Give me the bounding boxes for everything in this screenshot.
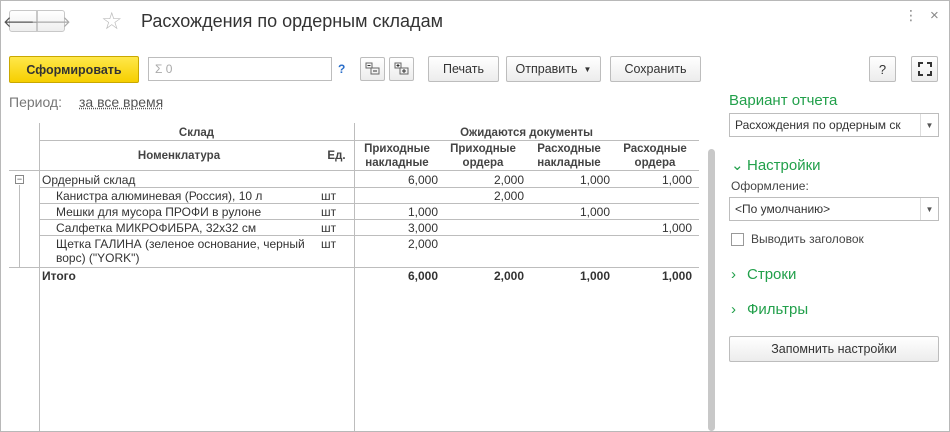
total-value: 1,000	[579, 269, 610, 283]
show-header-label: Выводить заголовок	[751, 232, 864, 246]
grid-line	[39, 187, 699, 188]
grid-line	[9, 267, 699, 268]
row-item-name: Салфетка МИКРОФИБРА, 32х32 см	[56, 221, 257, 235]
print-button[interactable]: Печать	[428, 56, 499, 82]
expand-groups-button[interactable]	[389, 57, 414, 81]
chevron-down-icon: ▼	[583, 64, 592, 74]
group-value: 1,000	[579, 173, 610, 187]
total-value: 1,000	[661, 269, 692, 283]
header-warehouse: Склад	[178, 127, 215, 139]
grid-line	[39, 235, 699, 236]
design-select-value: <По умолчанию>	[735, 202, 831, 216]
row-item-value: 2,000	[407, 237, 438, 251]
chevron-down-icon: ⌄	[731, 157, 744, 174]
save-settings-button[interactable]: Запомнить настройки	[729, 336, 939, 362]
sum-field[interactable]: Σ 0	[148, 57, 332, 81]
group-name: Ордерный склад	[42, 173, 136, 187]
chevron-down-icon[interactable]: ▼	[920, 198, 938, 220]
collapse-groups-button[interactable]	[360, 57, 385, 81]
close-icon[interactable]: ×	[930, 7, 939, 24]
vertical-scrollbar[interactable]	[708, 149, 715, 431]
row-item-value: 1,000	[407, 205, 438, 219]
fullscreen-icon	[917, 62, 932, 76]
arrow-right-icon: 🡒	[30, 13, 72, 31]
filters-title: Фильтры	[747, 301, 809, 318]
send-button[interactable]: Отправить ▼	[506, 56, 601, 82]
header-col-4: Расходные ордера	[623, 143, 687, 169]
report-window: 🡐 🡒 ☆ Расхождения по ордерным складам ⋮ …	[0, 0, 950, 432]
rows-section[interactable]: › Строки	[731, 266, 796, 283]
row-item-unit: шт	[321, 237, 337, 251]
total-label: Итого	[42, 269, 76, 283]
row-item-unit: шт	[321, 205, 337, 219]
total-value: 2,000	[493, 269, 524, 283]
period-link[interactable]: за все время	[79, 94, 163, 110]
row-item-value: 3,000	[407, 221, 438, 235]
row-item-name-cont: ворс) ("YORK")	[56, 251, 140, 265]
header-col-1: Приходные накладные	[364, 143, 430, 169]
chevron-right-icon: ›	[731, 301, 736, 318]
group-value: 1,000	[661, 173, 692, 187]
design-label: Оформление:	[731, 179, 809, 193]
row-item-unit: шт	[321, 189, 337, 203]
row-item-value: 1,000	[579, 205, 610, 219]
collapse-groups-icon	[365, 62, 379, 75]
rows-title: Строки	[747, 266, 797, 283]
generate-button[interactable]: Сформировать	[9, 56, 139, 83]
header-unit: Ед.	[327, 150, 346, 162]
chevron-right-icon: ›	[731, 266, 736, 283]
filters-section[interactable]: › Фильтры	[731, 301, 808, 318]
row-item-value: 2,000	[493, 189, 524, 203]
grid-line	[354, 140, 699, 141]
variant-select-value: Расхождения по ордерным ск	[735, 118, 901, 132]
header-expected-docs: Ожидаются документы	[460, 127, 593, 139]
grid-line	[39, 203, 699, 204]
row-item-name: Канистра алюминевая (Россия), 10 л	[56, 189, 263, 203]
row-item-name: Мешки для мусора ПРОФИ в рулоне	[56, 205, 262, 219]
star-icon[interactable]: ☆	[101, 7, 123, 36]
sum-help-link[interactable]: ?	[338, 62, 345, 76]
send-button-label: Отправить	[515, 62, 578, 76]
group-value: 2,000	[493, 173, 524, 187]
page-title: Расхождения по ордерным складам	[141, 11, 443, 31]
more-menu-icon[interactable]: ⋮	[904, 7, 918, 24]
help-button[interactable]: ?	[869, 56, 896, 82]
period-label: Период:	[9, 94, 62, 110]
tree-line	[19, 185, 20, 267]
grid-line	[9, 170, 699, 171]
grid-line	[39, 140, 354, 141]
group-value: 6,000	[407, 173, 438, 187]
forward-button[interactable]: 🡒	[31, 10, 71, 32]
variant-select[interactable]: Расхождения по ордерным ск ▼	[729, 113, 939, 137]
header-col-2: Приходные ордера	[450, 143, 516, 169]
save-button[interactable]: Сохранить	[610, 56, 701, 82]
grid-line	[39, 219, 699, 220]
design-select[interactable]: <По умолчанию> ▼	[729, 197, 939, 221]
row-item-name: Щетка ГАЛИНА (зеленое основание, черный	[56, 237, 305, 251]
settings-title: Настройки	[747, 157, 821, 174]
show-header-checkbox[interactable]	[731, 233, 744, 246]
fullscreen-button[interactable]	[911, 56, 938, 82]
header-col-3: Расходные накладные	[537, 143, 601, 169]
report-table: Склад Номенклатура Ед. Ожидаются докумен…	[9, 123, 715, 431]
variant-title: Вариант отчета	[729, 92, 838, 109]
header-item: Номенклатура	[137, 150, 221, 162]
chevron-down-icon[interactable]: ▼	[920, 114, 938, 136]
expand-groups-icon	[394, 62, 408, 75]
row-item-unit: шт	[321, 221, 337, 235]
total-value: 6,000	[407, 269, 438, 283]
collapse-tree-icon[interactable]: −	[15, 175, 24, 184]
settings-section[interactable]: ⌄ Настройки	[731, 156, 821, 174]
row-item-value: 1,000	[661, 221, 692, 235]
